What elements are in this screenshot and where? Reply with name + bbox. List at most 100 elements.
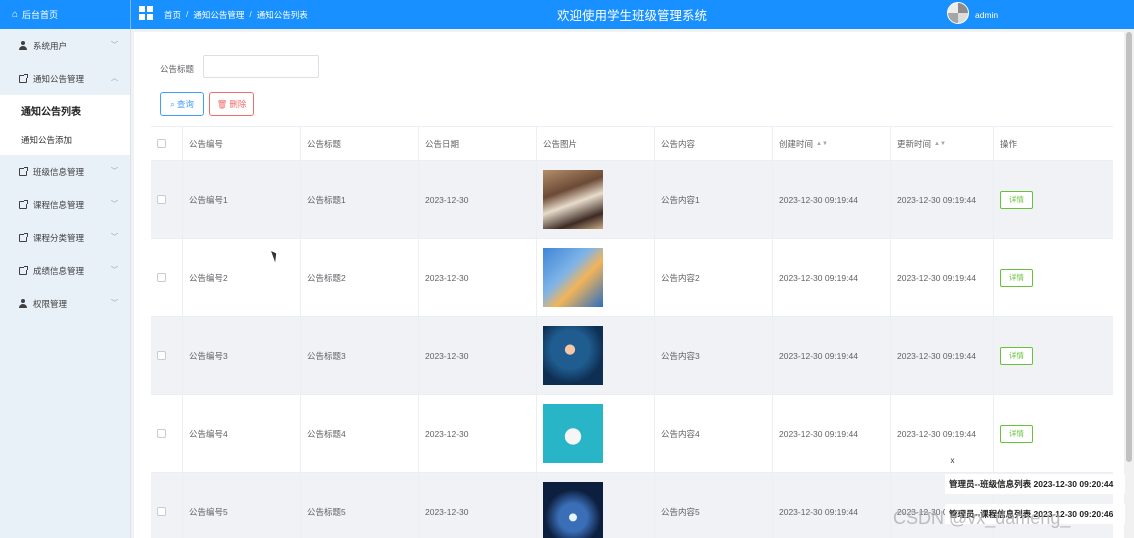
detail-button[interactable]: 详情 — [1000, 268, 1033, 287]
sidebar-item-label: 系统用户 — [33, 40, 68, 51]
column-header-label: 更新时间 — [897, 138, 932, 149]
cell-title: 公告标题3 — [301, 317, 419, 394]
sidebar-item-label: 通知公告管理 — [33, 73, 85, 84]
query-button-label: 查询 — [176, 99, 194, 109]
cell-updated: 2023-12-30 09:19:44 — [891, 161, 994, 238]
table-header: 公告编号 公告标题 公告日期 公告图片 公告内容 创建时间 ▲▼ 更新时间 ▲▼ 操… — [151, 126, 1113, 161]
sidebar-item-label: 权限管理 — [33, 298, 68, 309]
row-checkbox[interactable] — [157, 429, 166, 438]
notice-image[interactable] — [543, 248, 603, 307]
sidebar-item-permissions[interactable]: 权限管理 ﹀ — [0, 287, 130, 320]
user-name[interactable]: admin — [975, 10, 998, 20]
cell-updated: 2023-12-30 09:19:44 — [891, 239, 994, 316]
cell-created: 2023-12-30 09:19:44 — [773, 395, 891, 472]
document-icon — [18, 166, 28, 176]
row-checkbox[interactable] — [157, 351, 166, 360]
sidebar-item-class-info[interactable]: 班级信息管理 ﹀ — [0, 155, 130, 188]
search-icon: ⌕ — [170, 98, 175, 109]
document-icon — [18, 232, 28, 242]
notice-image[interactable] — [543, 404, 603, 463]
sidebar-item-label: 成绩信息管理 — [33, 265, 85, 276]
column-header-sortable[interactable]: 更新时间 ▲▼ — [891, 127, 994, 160]
document-icon — [18, 73, 28, 83]
sort-icon[interactable]: ▲▼ — [816, 141, 828, 147]
chevron-down-icon: ﹀ — [111, 168, 118, 175]
delete-button[interactable]: 🗑 删除 — [209, 92, 254, 116]
select-all-checkbox[interactable] — [157, 139, 166, 148]
row-checkbox[interactable] — [157, 273, 166, 282]
main-content: 公告标题 ⌕ 查询 🗑 删除 公告编号 公告标题 公告日期 公告图片 公告内容 … — [131, 29, 1134, 538]
sidebar-item-label: 班级信息管理 — [33, 166, 85, 177]
sidebar-item-label: 课程分类管理 — [33, 232, 85, 243]
document-icon — [18, 265, 28, 275]
cell-title: 公告标题4 — [301, 395, 419, 472]
delete-button-label: 删除 — [229, 99, 247, 109]
cell-updated: 2023-12-30 09:19:44 — [891, 317, 994, 394]
notification-item: 管理员--班级信息列表 2023-12-30 09:20:44 — [945, 474, 1125, 494]
sidebar: 系统用户 ﹀ 通知公告管理 ︿ 通知公告列表 通知公告添加 班级信息管理 ﹀ 课… — [0, 29, 131, 538]
search-input[interactable] — [203, 55, 319, 78]
cell-date: 2023-12-30 — [419, 161, 537, 238]
cell-code: 公告编号5 — [183, 473, 301, 538]
notification-close-button[interactable]: x — [943, 454, 962, 466]
content-panel: 公告标题 ⌕ 查询 🗑 删除 公告编号 公告标题 公告日期 公告图片 公告内容 … — [134, 32, 1124, 538]
chevron-down-icon: ﹀ — [111, 300, 118, 307]
cell-content: 公告内容4 — [655, 395, 773, 472]
sidebar-subitem-notice-list[interactable]: 通知公告列表 — [0, 95, 130, 125]
cell-date: 2023-12-30 — [419, 317, 537, 394]
vertical-scrollbar[interactable] — [1124, 29, 1134, 538]
cell-created: 2023-12-30 09:19:44 — [773, 161, 891, 238]
cell-created: 2023-12-30 09:19:44 — [773, 239, 891, 316]
trash-icon: 🗑 — [216, 98, 228, 109]
notice-image[interactable] — [543, 482, 603, 538]
column-header: 操作 — [1000, 138, 1018, 149]
sidebar-item-grade-info[interactable]: 成绩信息管理 ﹀ — [0, 254, 130, 287]
detail-button[interactable]: 详情 — [1000, 190, 1033, 209]
cell-content: 公告内容2 — [655, 239, 773, 316]
document-icon — [18, 199, 28, 209]
user-icon — [18, 41, 28, 50]
scrollbar-thumb[interactable] — [1126, 32, 1132, 462]
cell-content: 公告内容1 — [655, 161, 773, 238]
cell-content: 公告内容3 — [655, 317, 773, 394]
sidebar-subitem-notice-add[interactable]: 通知公告添加 — [0, 125, 130, 155]
query-button[interactable]: ⌕ 查询 — [160, 92, 204, 116]
sidebar-item-course-category[interactable]: 课程分类管理 ﹀ — [0, 221, 130, 254]
sidebar-item-system-users[interactable]: 系统用户 ﹀ — [0, 29, 130, 62]
cell-content: 公告内容5 — [655, 473, 773, 538]
table-row: 公告编号3 公告标题3 2023-12-30 公告内容3 2023-12-30 … — [151, 317, 1113, 395]
search-label: 公告标题 — [160, 64, 195, 74]
top-bar: ⌂ 后台首页 首页 / 通知公告管理 / 通知公告列表 欢迎使用学生班级管理系统… — [0, 0, 1134, 29]
column-header: 公告内容 — [655, 127, 773, 160]
chevron-down-icon: ﹀ — [111, 42, 118, 49]
cell-title: 公告标题2 — [301, 239, 419, 316]
column-header-label: 创建时间 — [779, 138, 814, 149]
notice-image[interactable] — [543, 326, 603, 385]
row-checkbox[interactable] — [157, 195, 166, 204]
row-checkbox[interactable] — [157, 507, 166, 516]
cell-date: 2023-12-30 — [419, 473, 537, 538]
chevron-down-icon: ﹀ — [111, 267, 118, 274]
select-all-cell — [151, 127, 183, 160]
detail-button[interactable]: 详情 — [1000, 346, 1033, 365]
detail-button[interactable]: 详情 — [1000, 424, 1033, 443]
cell-code: 公告编号4 — [183, 395, 301, 472]
cell-code: 公告编号1 — [183, 161, 301, 238]
cell-title: 公告标题5 — [301, 473, 419, 538]
column-header: 公告编号 — [183, 127, 301, 160]
notice-image[interactable] — [543, 170, 603, 229]
column-header: 公告日期 — [419, 127, 537, 160]
column-header-sortable[interactable]: 创建时间 ▲▼ — [773, 127, 891, 160]
sidebar-item-label: 课程信息管理 — [33, 199, 85, 210]
column-header: 公告图片 — [537, 127, 655, 160]
sidebar-item-notice-management[interactable]: 通知公告管理 ︿ — [0, 62, 130, 95]
avatar[interactable] — [947, 2, 969, 24]
table-row: 公告编号1 公告标题1 2023-12-30 公告内容1 2023-12-30 … — [151, 161, 1113, 239]
sort-icon[interactable]: ▲▼ — [934, 141, 946, 147]
chevron-down-icon: ﹀ — [111, 234, 118, 241]
user-icon — [18, 299, 28, 308]
sidebar-item-course-info[interactable]: 课程信息管理 ﹀ — [0, 188, 130, 221]
chevron-down-icon: ﹀ — [111, 201, 118, 208]
chevron-up-icon: ︿ — [111, 75, 118, 82]
cell-date: 2023-12-30 — [419, 239, 537, 316]
